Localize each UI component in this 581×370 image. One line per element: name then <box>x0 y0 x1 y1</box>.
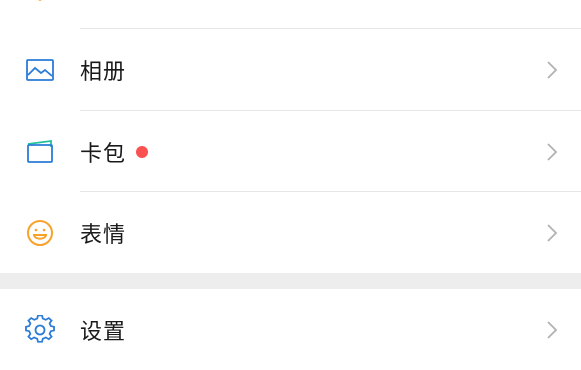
album-icon <box>22 52 58 88</box>
menu-item-emoji[interactable]: 表情 <box>0 192 581 273</box>
orange-shield-icon <box>22 0 58 7</box>
menu-item-label: 相册 <box>80 59 127 85</box>
menu-item-label-text: 卡包 <box>80 141 127 167</box>
chevron-right-icon <box>545 319 559 341</box>
emoji-icon <box>22 215 58 251</box>
menu-item-album[interactable]: 相册 <box>0 29 581 110</box>
menu-item-label: 表情 <box>80 222 127 248</box>
menu-item-settings[interactable]: 设置 <box>0 289 581 370</box>
chevron-right-icon <box>545 141 559 163</box>
chevron-right-icon <box>545 222 559 244</box>
red-dot-badge <box>136 145 149 158</box>
section-separator <box>0 273 581 289</box>
menu-item-card-wallet[interactable]: 卡包 <box>0 111 581 192</box>
menu-item-label: 卡包 <box>80 136 149 168</box>
menu-item-label: 设置 <box>80 319 127 345</box>
gear-icon <box>22 312 58 348</box>
card-wallet-icon <box>22 134 58 170</box>
chevron-right-icon <box>545 59 559 81</box>
menu-item-partial[interactable] <box>0 0 581 29</box>
